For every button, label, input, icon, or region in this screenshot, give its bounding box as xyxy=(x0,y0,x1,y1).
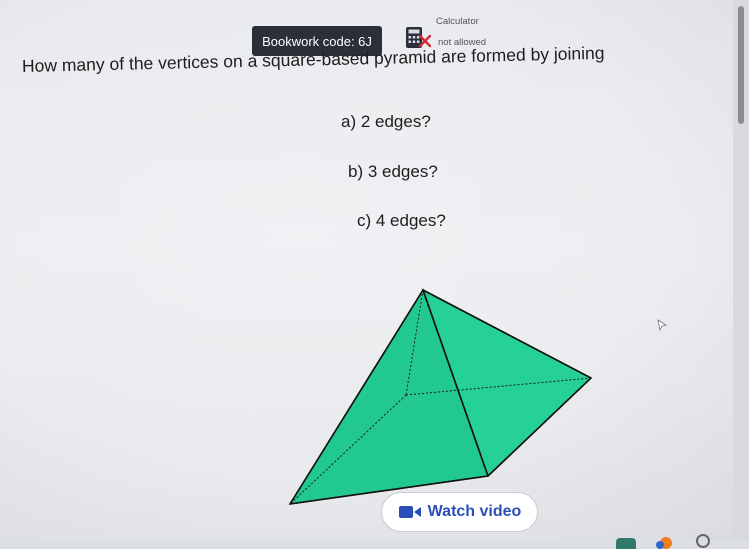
tray-app-icon[interactable] xyxy=(616,538,636,549)
question-part-c: c) 4 edges? xyxy=(357,211,446,230)
bookwork-code-text: Bookwork code: 6J xyxy=(262,33,372,49)
question-part-a: a) 2 edges? xyxy=(341,112,431,131)
square-pyramid-figure xyxy=(288,288,593,505)
question-part-b: b) 3 edges? xyxy=(348,162,438,181)
watch-video-button[interactable]: Watch video xyxy=(381,492,538,532)
scrollbar-thumb[interactable] xyxy=(738,6,744,124)
mouse-pointer-icon xyxy=(657,319,667,331)
taskbar xyxy=(0,540,749,549)
tray-notification-icon[interactable] xyxy=(654,534,676,549)
tray-settings-icon[interactable] xyxy=(696,534,710,548)
calculator-label: Calculator xyxy=(436,16,479,27)
video-camera-icon xyxy=(398,506,421,518)
watch-video-label: Watch video xyxy=(427,503,522,520)
